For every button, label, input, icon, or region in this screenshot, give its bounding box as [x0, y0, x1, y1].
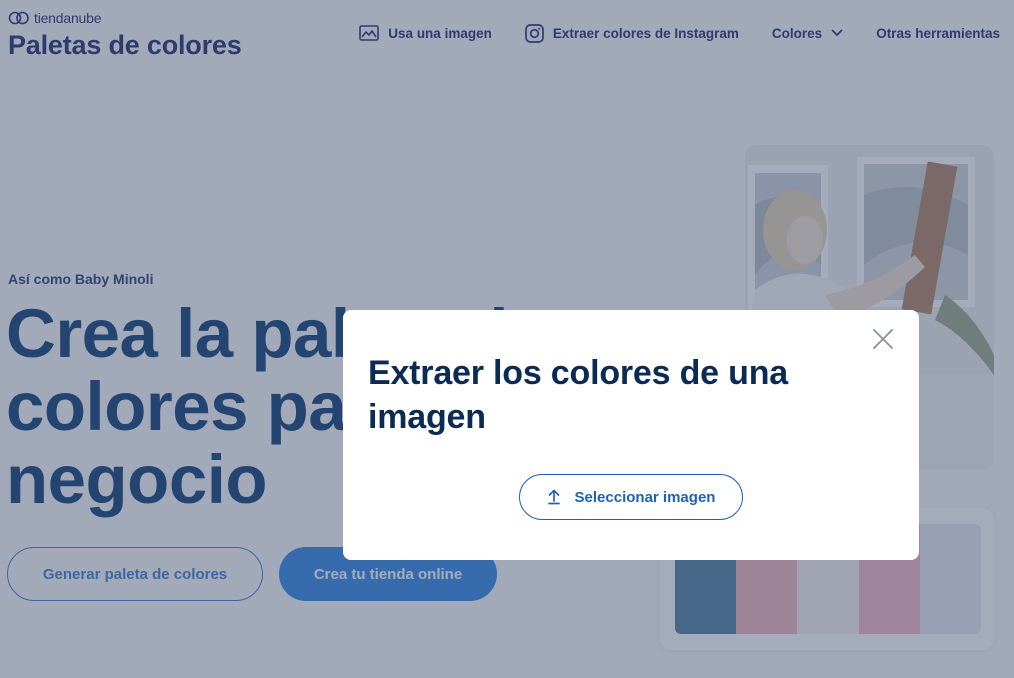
close-icon[interactable]	[871, 327, 895, 351]
page: tiendanube Paletas de colores Usa una im…	[0, 0, 1014, 678]
upload-icon	[547, 489, 561, 505]
modal-title: Extraer los colores de una imagen	[368, 354, 788, 436]
extract-colors-modal: Extraer los colores de una imagen Selecc…	[343, 310, 919, 560]
select-image-label: Seleccionar imagen	[574, 488, 716, 506]
select-image-button[interactable]: Seleccionar imagen	[519, 474, 743, 520]
